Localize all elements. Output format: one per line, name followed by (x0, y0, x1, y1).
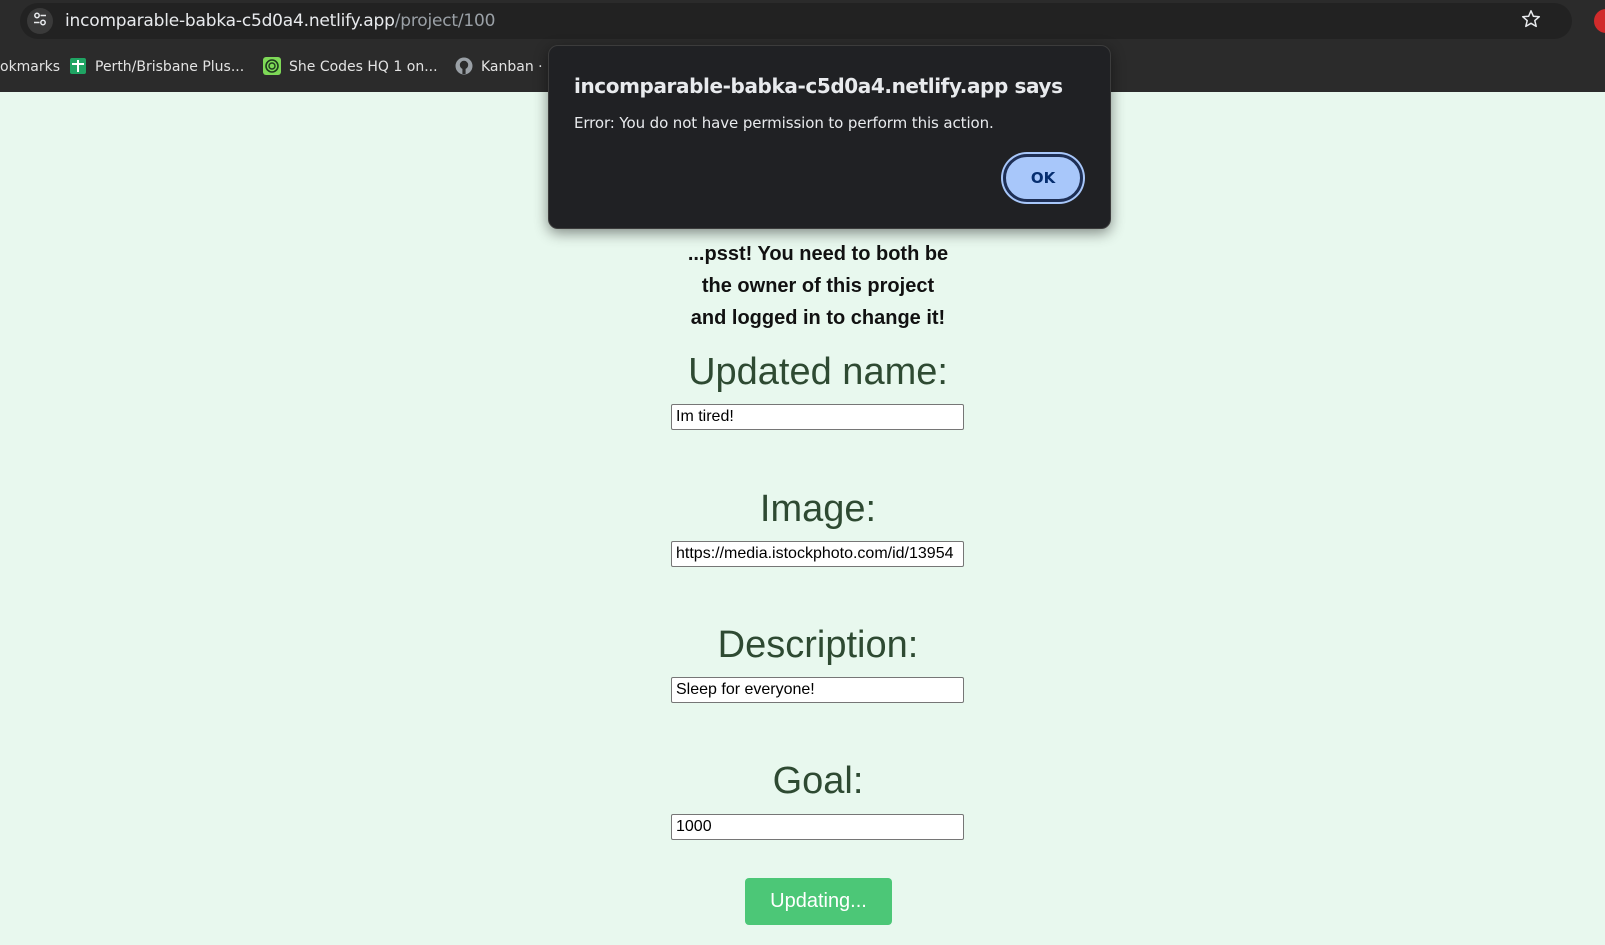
alert-title: incomparable-babka-c5d0a4.netlify.app sa… (574, 74, 1063, 98)
bookmark-label: Kanban · F (481, 59, 556, 75)
description-label: Description: (717, 624, 919, 666)
name-input[interactable]: Im tired! (671, 404, 964, 430)
notice-line: and logged in to change it! (690, 307, 946, 329)
browser-toolbar: incomparable-babka-c5d0a4.netlify.app/pr… (0, 0, 1605, 42)
image-label: Image: (759, 488, 877, 530)
bookmark-perth-brisbane[interactable]: Perth/Brisbane Plus... (69, 55, 244, 79)
address-bar[interactable]: incomparable-babka-c5d0a4.netlify.app/pr… (20, 3, 1572, 39)
star-icon (1521, 9, 1541, 34)
alert-message: Error: You do not have permission to per… (574, 114, 994, 132)
bookmark-she-codes[interactable]: She Codes HQ 1 on... (263, 55, 438, 79)
permission-notice: ...psst! You need to both be the owner o… (0, 238, 1605, 334)
green-plus-sheet-icon (69, 57, 87, 75)
url-text[interactable]: incomparable-babka-c5d0a4.netlify.app/pr… (65, 3, 495, 39)
site-info-button[interactable] (27, 8, 53, 34)
notice-line: ...psst! You need to both be (687, 243, 949, 265)
goal-input[interactable]: 1000 (671, 814, 964, 840)
goal-label: Goal: (772, 760, 864, 802)
description-input[interactable]: Sleep for everyone! (671, 677, 964, 703)
github-icon (455, 57, 473, 75)
bookmark-all-bookmarks[interactable]: okmarks (0, 55, 60, 79)
alert-dialog: incomparable-babka-c5d0a4.netlify.app sa… (548, 45, 1111, 229)
bookmark-kanban[interactable]: Kanban · F (455, 55, 555, 79)
bookmark-star-button[interactable] (1520, 9, 1542, 34)
notice-line: the owner of this project (701, 275, 935, 297)
tune-icon (32, 11, 48, 32)
image-url-input[interactable]: https://media.istockphoto.com/id/13954 (671, 541, 964, 567)
green-swirl-icon (263, 57, 281, 75)
bookmark-label: She Codes HQ 1 on... (289, 59, 438, 75)
url-host: incomparable-babka-c5d0a4.netlify.app (65, 11, 395, 31)
bookmark-label: okmarks (0, 59, 61, 75)
bookmark-label: Perth/Brisbane Plus... (95, 59, 245, 75)
ok-button[interactable]: OK (1003, 154, 1083, 202)
update-button[interactable]: Updating... (745, 878, 892, 925)
url-path: /project/100 (394, 11, 496, 31)
extension-icon[interactable] (1594, 9, 1605, 33)
name-label: Updated name: (688, 351, 948, 393)
